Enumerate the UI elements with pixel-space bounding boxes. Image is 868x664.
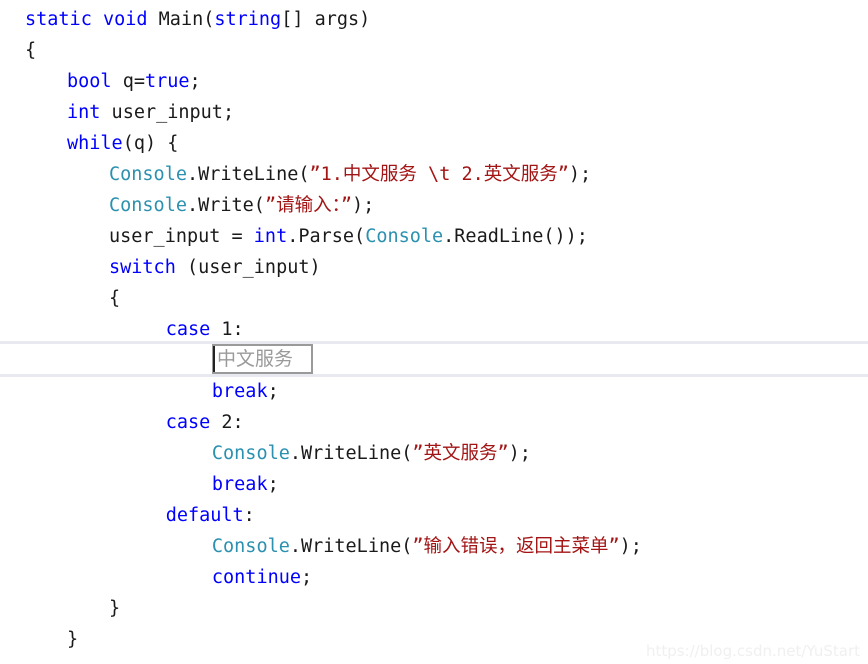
code-line-4[interactable]: int user_input; — [0, 97, 868, 128]
code-line-content: } — [109, 593, 120, 624]
code-token-plain: ); — [619, 536, 642, 557]
code-token-plain: ; — [267, 381, 279, 402]
code-token-str: ”输入错误，返回主菜单” — [412, 536, 620, 557]
code-token-kw: continue — [211, 567, 301, 588]
code-line-content: case 2: — [166, 407, 244, 438]
code-line-19[interactable]: continue; — [0, 562, 868, 593]
code-line-14[interactable]: case 2: — [0, 407, 868, 438]
code-token-plain: { — [109, 288, 121, 309]
code-line-7[interactable]: Console.Write(”请输入：”); — [0, 190, 868, 221]
code-token-plain: q= — [111, 71, 145, 92]
code-line-content: Console.WriteLine(”英文服务”); — [212, 438, 531, 469]
code-token-plain: (user_input) — [175, 257, 321, 278]
code-line-18[interactable]: Console.WriteLine(”输入错误，返回主菜单”); — [0, 531, 868, 562]
code-line-13[interactable]: break; — [0, 376, 868, 407]
code-line-content: Console.WriteLine(”1.中文服务 \t 2.英文服务”); — [109, 159, 591, 190]
code-line-content: case 1: — [166, 314, 244, 345]
code-token-kw: while — [67, 133, 123, 154]
code-token-plain: ); — [508, 443, 531, 464]
code-line-content: } — [67, 624, 78, 655]
code-line-10[interactable]: { — [0, 283, 868, 314]
code-token-cls: Console — [109, 164, 187, 185]
code-token-kw: break — [211, 381, 268, 402]
code-line-8[interactable]: user_input = int.Parse(Console.ReadLine(… — [0, 221, 868, 252]
code-token-plain: ); — [568, 164, 592, 185]
code-token-plain: user_input = — [109, 226, 254, 247]
code-line-content: static void Main(string[] args) — [25, 4, 370, 35]
code-token-kw: default — [165, 505, 244, 526]
code-line-3[interactable]: bool q=true; — [0, 66, 868, 97]
code-token-cls: Console — [211, 443, 290, 464]
code-token-plain: { — [25, 40, 37, 61]
code-line-5[interactable]: while(q) { — [0, 128, 868, 159]
inline-edit-box[interactable]: 中文服务 — [212, 344, 313, 374]
code-line-15[interactable]: Console.WriteLine(”英文服务”); — [0, 438, 868, 469]
code-line-11[interactable]: case 1: — [0, 314, 868, 345]
code-token-plain: : — [243, 505, 255, 526]
code-token-plain: .Parse( — [287, 226, 366, 247]
code-line-content: Console.Write(”请输入：”); — [109, 190, 374, 221]
code-line-content: bool q=true; — [67, 66, 201, 97]
code-token-kw: case — [165, 319, 211, 340]
code-line-16[interactable]: break; — [0, 469, 868, 500]
code-line-content: Console.WriteLine(”输入错误，返回主菜单”); — [212, 531, 642, 562]
code-token-plain: ); — [351, 195, 375, 216]
code-token-plain: ; — [189, 71, 201, 92]
code-token-plain: .ReadLine()); — [443, 226, 588, 247]
code-token-str: ”英文服务” — [412, 443, 509, 464]
code-line-content: { — [109, 283, 120, 314]
code-token-kw: void — [102, 9, 148, 30]
code-token-plain: .Write( — [186, 195, 265, 216]
code-line-content: break; — [212, 376, 279, 407]
code-token-kw: case — [165, 412, 211, 433]
code-token-plain: 1: — [210, 319, 244, 340]
code-line-content: while(q) { — [67, 128, 178, 159]
code-line-content: continue; — [212, 562, 312, 593]
code-line-2[interactable]: { — [0, 35, 868, 66]
code-token-plain: .WriteLine( — [289, 443, 413, 464]
code-token-plain: .WriteLine( — [289, 536, 413, 557]
code-line-content: user_input = int.Parse(Console.ReadLine(… — [109, 221, 588, 252]
code-line-9[interactable]: switch (user_input) — [0, 252, 868, 283]
code-line-content: default: — [166, 500, 255, 531]
code-line-20[interactable]: } — [0, 593, 868, 624]
code-token-plain: Main( — [147, 9, 215, 30]
code-token-type: string — [214, 9, 282, 30]
code-token-cls: Console — [211, 536, 290, 557]
code-token-plain: .WriteLine( — [186, 164, 310, 185]
code-token-plain: [] args) — [281, 9, 371, 30]
code-token-kw: static — [25, 9, 92, 30]
code-token-type: int — [67, 102, 101, 123]
code-token-plain: 2: — [210, 412, 244, 433]
code-token-type: int — [253, 226, 288, 247]
watermark-url: https://blog.csdn.net/YuStart — [645, 642, 860, 660]
code-token-plain: ; — [301, 567, 313, 588]
code-token-cls: Console — [109, 195, 187, 216]
code-token-plain: (q) { — [122, 133, 179, 154]
code-token-kw: break — [211, 474, 268, 495]
code-line-content: switch (user_input) — [109, 252, 321, 283]
code-line-content: { — [25, 35, 36, 66]
code-token-plain: } — [67, 629, 79, 650]
code-line-17[interactable]: default: — [0, 500, 868, 531]
code-token-plain: user_input; — [100, 102, 235, 123]
code-token-kw: true — [144, 71, 190, 92]
code-token-type: bool — [67, 71, 112, 92]
code-line-1[interactable]: static void Main(string[] args) — [0, 4, 868, 35]
code-token-plain: ; — [267, 474, 279, 495]
code-line-6[interactable]: Console.WriteLine(”1.中文服务 \t 2.英文服务”); — [0, 159, 868, 190]
code-line-12[interactable] — [0, 345, 868, 376]
code-token-str: ”1.中文服务 \t 2.英文服务” — [309, 164, 569, 185]
code-line-content: int user_input; — [67, 97, 234, 128]
code-token-str: ”请输入：” — [264, 195, 352, 216]
code-line-content: break; — [212, 469, 279, 500]
code-token-cls: Console — [365, 226, 444, 247]
code-editor[interactable]: static void Main(string[] args) { bool q=t… — [0, 0, 868, 664]
text-caret — [213, 346, 215, 372]
code-token-kw: switch — [109, 257, 176, 278]
code-token-plain: } — [109, 598, 121, 619]
